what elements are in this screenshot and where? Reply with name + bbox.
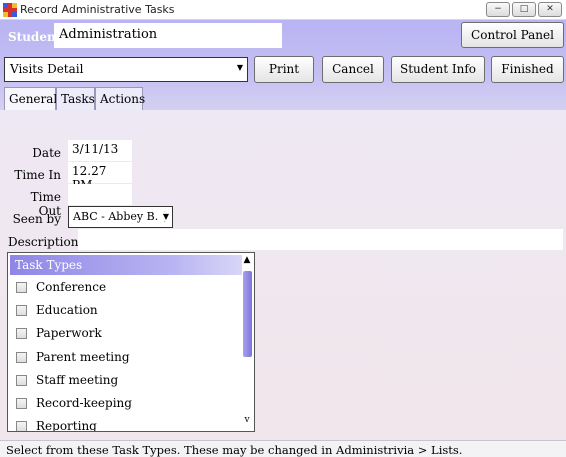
task-label: Paperwork: [36, 326, 102, 340]
seen-by-select[interactable]: ABC - Abbey B. ( ▼: [68, 206, 173, 228]
time-out-field[interactable]: [68, 184, 132, 205]
task-checkbox[interactable]: [16, 328, 27, 339]
description-label: Description: [8, 235, 79, 249]
scroll-up-icon[interactable]: ▲: [242, 255, 252, 265]
description-field[interactable]: [78, 229, 563, 250]
task-label: Conference: [36, 280, 107, 294]
tab-tasks[interactable]: Tasks: [56, 87, 95, 110]
date-label: Date: [32, 146, 61, 160]
student-info-button[interactable]: Student Info: [391, 56, 485, 83]
tab-general[interactable]: General: [4, 87, 57, 110]
seen-by-label: Seen by: [12, 212, 61, 226]
dropdown-arrow-icon: ▼: [236, 63, 243, 72]
control-panel-button[interactable]: Control Panel: [461, 22, 564, 48]
seen-by-value: ABC - Abbey B. (: [73, 210, 166, 223]
task-checkbox[interactable]: [16, 375, 27, 386]
visit-type-value: Visits Detail: [10, 62, 84, 76]
task-checkbox[interactable]: [16, 282, 27, 293]
task-label: Record-keeping: [36, 396, 132, 410]
student-name-field[interactable]: Administration: [54, 23, 282, 48]
time-in-label: Time In: [14, 168, 61, 182]
time-in-field[interactable]: 12.27 PM: [68, 162, 132, 192]
finished-button[interactable]: Finished: [491, 56, 564, 83]
task-label: Education: [36, 303, 98, 317]
window-title: Record Administrative Tasks: [20, 3, 175, 16]
cancel-button[interactable]: Cancel: [322, 56, 384, 83]
date-field[interactable]: 3/11/13: [68, 140, 132, 161]
status-bar: Select from these Task Types. These may …: [0, 440, 566, 457]
visit-type-select[interactable]: Visits Detail ▼: [4, 57, 248, 82]
task-label: Staff meeting: [36, 373, 119, 387]
tab-actions[interactable]: Actions: [95, 87, 145, 110]
maximize-button[interactable]: □: [512, 2, 536, 17]
dropdown-arrow-icon: ▼: [160, 212, 169, 221]
list-scrollbar[interactable]: ▲ v: [242, 255, 252, 429]
task-label: Reporting: [36, 419, 97, 432]
task-checkbox[interactable]: [16, 305, 27, 316]
task-label: Parent meeting: [36, 350, 130, 364]
scroll-thumb[interactable]: [243, 271, 252, 357]
app-icon: [3, 3, 17, 17]
print-button[interactable]: Print: [254, 56, 314, 83]
task-types-header: Task Types: [10, 255, 242, 275]
task-types-list[interactable]: Task Types Conference Education Paperwor…: [7, 252, 255, 432]
title-bar: Record Administrative Tasks − □ ✕: [0, 0, 566, 20]
main-window: Record Administrative Tasks − □ ✕ Studen…: [0, 0, 566, 457]
close-button[interactable]: ✕: [538, 2, 562, 17]
minimize-button[interactable]: −: [486, 2, 510, 17]
task-checkbox[interactable]: [16, 352, 27, 363]
task-checkbox[interactable]: [16, 421, 27, 431]
scroll-down-icon[interactable]: v: [242, 415, 252, 425]
task-checkbox[interactable]: [16, 398, 27, 409]
